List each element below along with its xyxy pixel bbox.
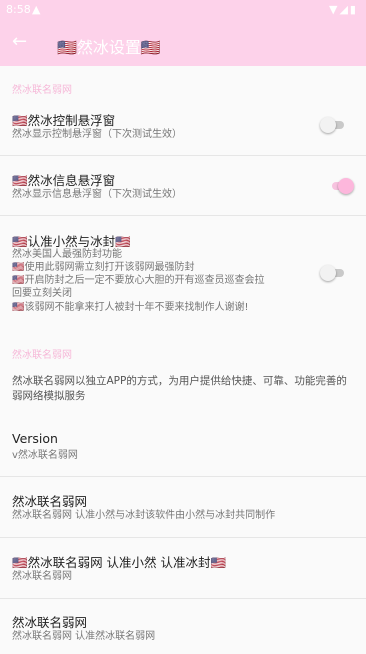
divider xyxy=(0,537,366,538)
warning-icon: ▲ xyxy=(32,3,41,16)
setting-title: 🇺🇸然冰控制悬浮窗 xyxy=(12,113,116,128)
status-bar: 8:58 ▲ ▼◢▮ xyxy=(0,0,366,22)
info-float-switch[interactable] xyxy=(328,178,354,194)
setting-subtitle: 然冰显示控制悬浮窗（下次测试生效） xyxy=(12,129,182,140)
page-title: 🇺🇸然冰设置🇺🇸 xyxy=(57,38,161,57)
setting-desc-line: 回要立刻关闭 xyxy=(12,288,72,299)
setting-subtitle: 然冰显示信息悬浮窗（下次测试生效） xyxy=(12,189,182,200)
about-subtitle: 然冰联名弱网 认准然冰联名弱网 xyxy=(12,631,156,642)
about-subtitle: 然冰联名弱网 认准小然与冰封该软件由小然与冰封共同制作 xyxy=(12,510,276,521)
app-bar: ← 🇺🇸然冰设置🇺🇸 xyxy=(0,22,366,66)
section-header-1: 然冰联名弱网 xyxy=(12,85,72,96)
about-title: 🇺🇸然冰联名弱网 认准小然 认准冰封🇺🇸 xyxy=(12,555,227,570)
divider xyxy=(0,215,366,216)
setting-desc-line: 🇺🇸开启防封之后一定不要放心大胆的开有巡查员巡查会拉 xyxy=(12,275,265,286)
about-subtitle: 然冰联名弱网 xyxy=(12,571,72,582)
setting-title: 🇺🇸然冰信息悬浮窗 xyxy=(12,173,116,188)
divider xyxy=(0,598,366,599)
anti-ban-switch[interactable] xyxy=(320,265,346,281)
setting-desc-line: 🇺🇸该弱网不能拿来打人被封十年不要来找制作人谢谢! xyxy=(12,302,249,313)
divider xyxy=(0,476,366,477)
divider xyxy=(0,155,366,156)
status-time: 8:58 xyxy=(6,3,31,16)
setting-desc-line: 然冰美国人最强防封功能 xyxy=(12,249,122,260)
back-arrow-icon[interactable]: ← xyxy=(12,30,32,54)
status-icons: ▼◢▮ xyxy=(329,3,358,16)
setting-desc-line: 🇺🇸使用此弱网需立刻打开该弱网最强防封 xyxy=(12,262,195,273)
about-subtitle: v然冰联名弱网 xyxy=(12,450,78,461)
about-description: 然冰联名弱网以独立APP的方式，为用户提供给快捷、可靠、功能完善的弱网络模拟服务 xyxy=(12,375,347,402)
about-title: 然冰联名弱网 xyxy=(12,494,88,509)
about-title: Version xyxy=(12,431,58,446)
control-float-switch[interactable] xyxy=(320,117,346,133)
section-header-2: 然冰联名弱网 xyxy=(12,350,72,361)
about-title: 然冰联名弱网 xyxy=(12,615,88,630)
